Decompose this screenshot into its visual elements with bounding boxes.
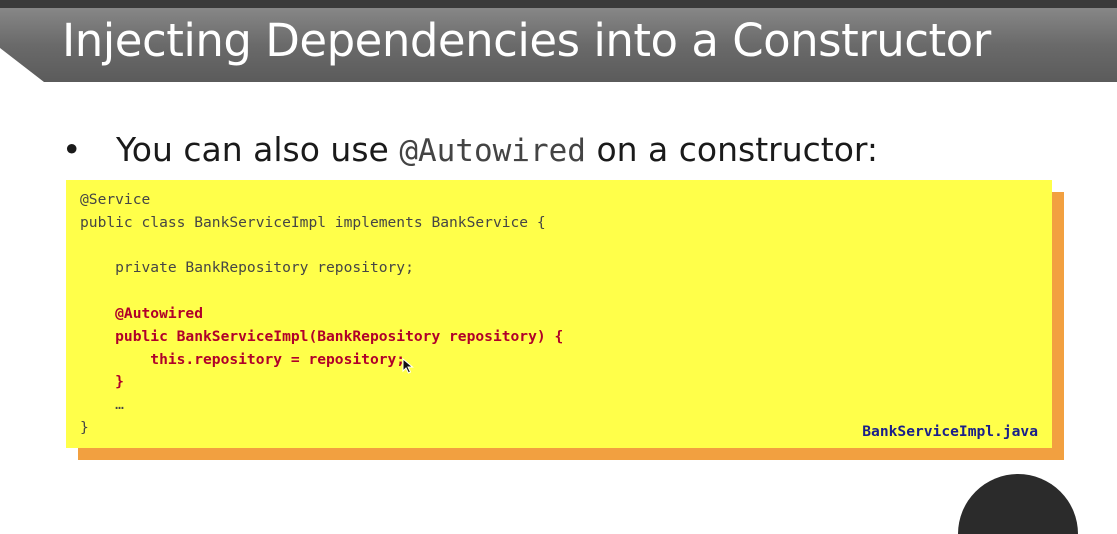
code-line: public BankServiceImpl(BankRepository re… <box>80 327 564 345</box>
presenter-avatar <box>958 474 1078 534</box>
title-bar-top-strip <box>0 0 1117 8</box>
code-line: private BankRepository repository; <box>80 259 414 277</box>
slide-title: Injecting Dependencies into a Constructo… <box>62 14 991 67</box>
code-lines: @Service public class BankServiceImpl im… <box>80 189 563 440</box>
code-line: … <box>80 396 124 414</box>
code-line: public class BankServiceImpl implements … <box>80 213 546 231</box>
bullet-code-autowired: @Autowired <box>399 133 586 169</box>
code-line: @Service <box>80 191 151 208</box>
code-filename: BankServiceImpl.java <box>862 423 1038 440</box>
code-line: } <box>80 373 124 391</box>
bullet-point: • You can also use @Autowired on a constr… <box>62 130 878 169</box>
code-line: this.repository = repository; <box>80 350 406 368</box>
bullet-text-prefix: You can also use <box>116 130 400 169</box>
mouse-pointer-icon <box>402 358 414 374</box>
code-block: @Service public class BankServiceImpl im… <box>66 180 1052 448</box>
bullet-text-suffix: on a constructor: <box>585 130 878 169</box>
title-bar-corner <box>0 48 44 82</box>
title-bar: Injecting Dependencies into a Constructo… <box>0 0 1117 82</box>
code-line: @Autowired <box>80 304 204 322</box>
bullet-dot-icon: • <box>62 130 82 169</box>
code-line: } <box>80 418 89 436</box>
